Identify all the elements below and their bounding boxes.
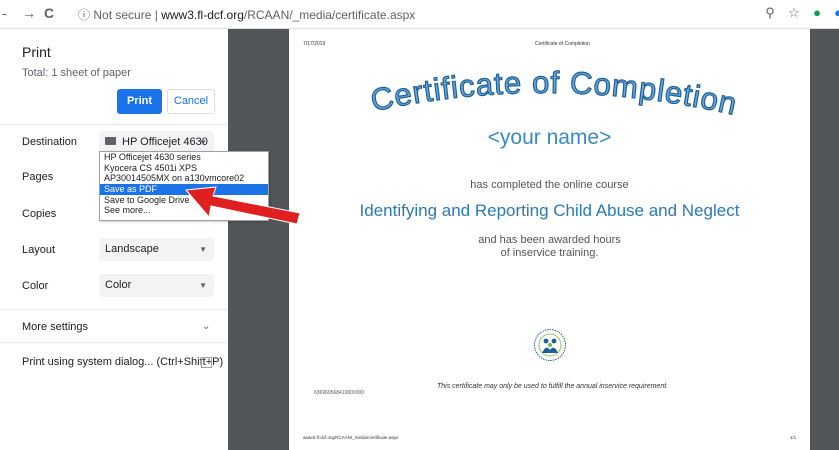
reload-icon[interactable]: C	[44, 5, 54, 21]
sheet-total: Total: 1 sheet of paper	[22, 67, 131, 79]
forward-partial-icon[interactable]: -	[2, 5, 7, 21]
destination-option[interactable]: Kyocera CS 4501i XPS	[100, 163, 268, 174]
browser-toolbar: - → C ⓘ Not secure | www3.fl-dcf.org/RCA…	[0, 0, 839, 29]
security-label: Not secure	[93, 8, 152, 22]
color-select[interactable]: Color ▼	[99, 274, 214, 297]
destination-value: HP Officejet 4630	[122, 136, 208, 148]
destination-label: Destination	[22, 136, 78, 148]
course-title: Identifying and Reporting Child Abuse an…	[359, 201, 740, 220]
color-label: Color	[22, 280, 49, 292]
print-date: 7/17/2019	[303, 41, 326, 47]
forward-arrow-icon[interactable]: →	[22, 5, 36, 21]
pages-label: Pages	[22, 171, 54, 183]
print-title: Print	[22, 44, 51, 60]
layout-label: Layout	[22, 244, 56, 256]
system-dialog-link[interactable]: Print using system dialog... (Ctrl+Shift…	[22, 356, 223, 368]
destination-dropdown[interactable]: HP Officejet 4630 series Kyocera CS 4501…	[99, 151, 269, 221]
url-host: www3.fl-dcf.org	[161, 8, 244, 22]
star-icon[interactable]: ☆	[786, 5, 802, 21]
page-header-title: Certificate of Completion	[535, 41, 590, 47]
awarded-line-1: and has been awarded hours	[478, 234, 621, 246]
destination-option[interactable]: AP30014505MX on a130vmcore02	[100, 173, 268, 184]
extension-icon-2[interactable]: ●	[830, 5, 839, 21]
print-button[interactable]: Print	[117, 89, 162, 114]
copies-label: Copies	[22, 208, 57, 220]
completed-text: has completed the online course	[470, 179, 629, 191]
chevron-down-icon: ▼	[199, 281, 207, 290]
divider	[0, 124, 228, 125]
printer-icon	[105, 137, 116, 146]
page-number: 1/1	[790, 435, 797, 440]
layout-value: Landscape	[105, 243, 159, 255]
chevron-down-icon: ▼	[199, 245, 207, 254]
site-info-icon[interactable]: ⓘ	[78, 8, 90, 22]
destination-option[interactable]: Save to Google Drive	[100, 195, 268, 206]
awarded-text: and has been awarded hours of inservice …	[289, 234, 810, 260]
divider	[0, 342, 228, 343]
page-footer-url: www3.fl-dcf.org/RCAAN/_media/certificate…	[303, 435, 399, 440]
preview-page: 7/17/2019 Certificate of Completion Cert…	[289, 29, 810, 450]
url-separator: |	[154, 8, 158, 22]
awarded-line-2: of inservice training.	[500, 247, 599, 259]
extension-icon[interactable]: ●	[809, 5, 825, 21]
layout-select[interactable]: Landscape ▼	[99, 238, 214, 261]
certificate-title-text: Certificate of Completion	[367, 64, 740, 121]
destination-option[interactable]: See more...	[100, 205, 268, 216]
destination-option[interactable]: HP Officejet 4630 series	[100, 152, 268, 163]
print-settings-panel: Print Total: 1 sheet of paper Print Canc…	[0, 29, 228, 450]
open-external-icon[interactable]	[201, 357, 212, 368]
zoom-icon[interactable]: ⚲	[762, 5, 778, 21]
certificate-id: 636969568410000000	[314, 390, 365, 396]
divider	[0, 309, 228, 310]
certificate-title-art: Certificate of Completion	[367, 64, 741, 121]
address-bar[interactable]: ⓘ Not secure | www3.fl-dcf.org/RCAAN/_me…	[78, 6, 415, 23]
department-seal-logo	[534, 329, 566, 361]
chevron-down-icon[interactable]: ⌄	[202, 321, 210, 332]
url-path: /RCAAN/_media/certificate.aspx	[243, 8, 416, 22]
cancel-button[interactable]: Cancel	[167, 89, 215, 114]
more-settings-toggle[interactable]: More settings	[22, 321, 88, 333]
recipient-name: <your name>	[487, 126, 612, 149]
destination-option-save-as-pdf[interactable]: Save as PDF	[100, 184, 268, 195]
color-value: Color	[105, 279, 132, 291]
certificate-note: This certificate may only be used to ful…	[437, 383, 669, 390]
certificate-title: Certificate of Completion	[368, 65, 741, 121]
